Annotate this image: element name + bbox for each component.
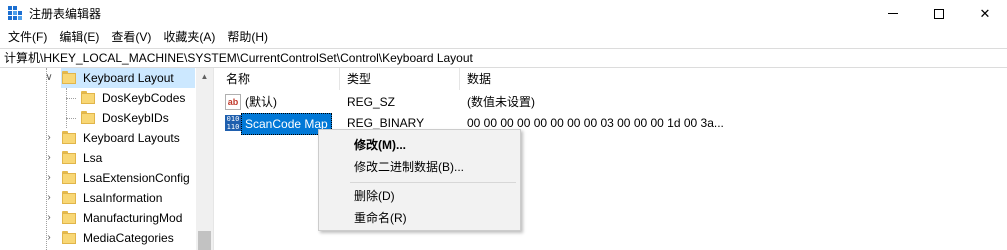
tree-scrollbar[interactable]: ▲	[196, 68, 213, 250]
scroll-up-icon[interactable]: ▲	[196, 68, 213, 85]
tree-item-doskeybcodes[interactable]: DosKeybCodes	[80, 88, 196, 108]
menu-help[interactable]: 帮助(H)	[221, 27, 274, 48]
minimize-icon	[888, 13, 898, 14]
close-icon: ✕	[979, 5, 991, 21]
menu-favorites[interactable]: 收藏夹(A)	[157, 27, 221, 48]
folder-icon	[62, 151, 76, 164]
chevron-right-icon[interactable]: ›	[44, 128, 54, 148]
tree-item-lsainformation[interactable]: LsaInformation	[61, 188, 196, 208]
folder-icon	[62, 231, 76, 244]
context-menu-delete[interactable]: 删除(D)	[320, 185, 519, 207]
maximize-icon	[934, 8, 944, 19]
binary-value-icon: 010 110	[225, 115, 241, 131]
folder-icon	[62, 171, 76, 184]
tree-item-label: Keyboard Layouts	[83, 131, 180, 145]
menu-view[interactable]: 查看(V)	[105, 27, 157, 48]
tree-item-label: Lsa	[83, 151, 103, 165]
pane-splitter[interactable]	[213, 68, 218, 250]
chevron-right-icon[interactable]: ›	[44, 228, 54, 248]
tree-item-doskeybids[interactable]: DosKeybIDs	[80, 108, 196, 128]
value-data: (数值未设置)	[467, 95, 535, 109]
tree-item-lsaextensionconfig[interactable]: LsaExtensionConfig	[61, 168, 196, 188]
chevron-right-icon[interactable]: ›	[44, 208, 54, 228]
column-header-name[interactable]: 名称	[219, 68, 340, 90]
chevron-right-icon[interactable]: ›	[44, 188, 54, 208]
tree-item-keyboard-layout[interactable]: Keyboard Layout	[61, 68, 195, 88]
menu-file[interactable]: 文件(F)	[2, 27, 53, 48]
folder-icon	[62, 131, 76, 144]
menu-edit[interactable]: 编辑(E)	[53, 27, 105, 48]
tree-connector	[66, 98, 76, 99]
context-menu: 修改(M)... 修改二进制数据(B)... 删除(D) 重命名(R)	[318, 129, 521, 231]
tree-connector	[66, 118, 76, 119]
folder-icon	[62, 191, 76, 204]
value-name: (默认)	[245, 95, 277, 109]
tree-connector	[66, 88, 67, 128]
tree-item-label: LsaExtensionConfig	[83, 171, 190, 185]
tree-item-label: MediaCategories	[83, 231, 174, 245]
tree-item-label: DosKeybCodes	[102, 91, 186, 105]
context-menu-rename[interactable]: 重命名(R)	[320, 207, 519, 229]
title-bar: 注册表编辑器 ✕	[0, 0, 1007, 27]
scroll-thumb[interactable]	[198, 231, 211, 250]
tree-item-label: DosKeybIDs	[102, 111, 169, 125]
value-type: REG_SZ	[347, 95, 396, 109]
value-row-default[interactable]: ab (默认) REG_SZ (数值未设置)	[219, 92, 1007, 112]
folder-icon	[81, 111, 95, 124]
chevron-right-icon[interactable]: ›	[44, 148, 54, 168]
tree-item-keyboard-layouts[interactable]: Keyboard Layouts	[61, 128, 196, 148]
key-tree: Keyboard Layout ∨ DosKeybCodes DosKeybID…	[0, 68, 213, 250]
tree-item-lsa[interactable]: Lsa	[61, 148, 196, 168]
string-value-icon: ab	[225, 94, 241, 110]
tree-item-label: Keyboard Layout	[83, 71, 174, 85]
menu-bar: 文件(F) 编辑(E) 查看(V) 收藏夹(A) 帮助(H)	[0, 27, 1007, 48]
folder-icon	[81, 91, 95, 104]
chevron-right-icon[interactable]: ›	[44, 168, 54, 188]
tree-item-label: LsaInformation	[83, 191, 163, 205]
column-header-type[interactable]: 类型	[340, 68, 460, 90]
context-menu-modify-binary[interactable]: 修改二进制数据(B)...	[320, 156, 519, 178]
registry-editor-icon	[8, 6, 22, 20]
tree-item-label: ManufacturingMod	[83, 211, 183, 225]
close-button[interactable]: ✕	[962, 0, 1007, 27]
address-bar[interactable]: 计算机\HKEY_LOCAL_MACHINE\SYSTEM\CurrentCon…	[0, 48, 1007, 68]
tree-item-mediacategories[interactable]: MediaCategories	[61, 228, 196, 248]
menu-separator	[350, 182, 516, 183]
tree-item-manufacturingmod[interactable]: ManufacturingMod	[61, 208, 196, 228]
minimize-button[interactable]	[870, 0, 916, 27]
context-menu-modify[interactable]: 修改(M)...	[320, 134, 519, 156]
folder-icon	[62, 211, 76, 224]
column-header-data[interactable]: 数据	[460, 68, 1007, 90]
window-title: 注册表编辑器	[29, 7, 102, 21]
folder-icon	[62, 71, 76, 84]
maximize-button[interactable]	[916, 0, 962, 27]
chevron-down-icon[interactable]: ∨	[44, 68, 54, 88]
